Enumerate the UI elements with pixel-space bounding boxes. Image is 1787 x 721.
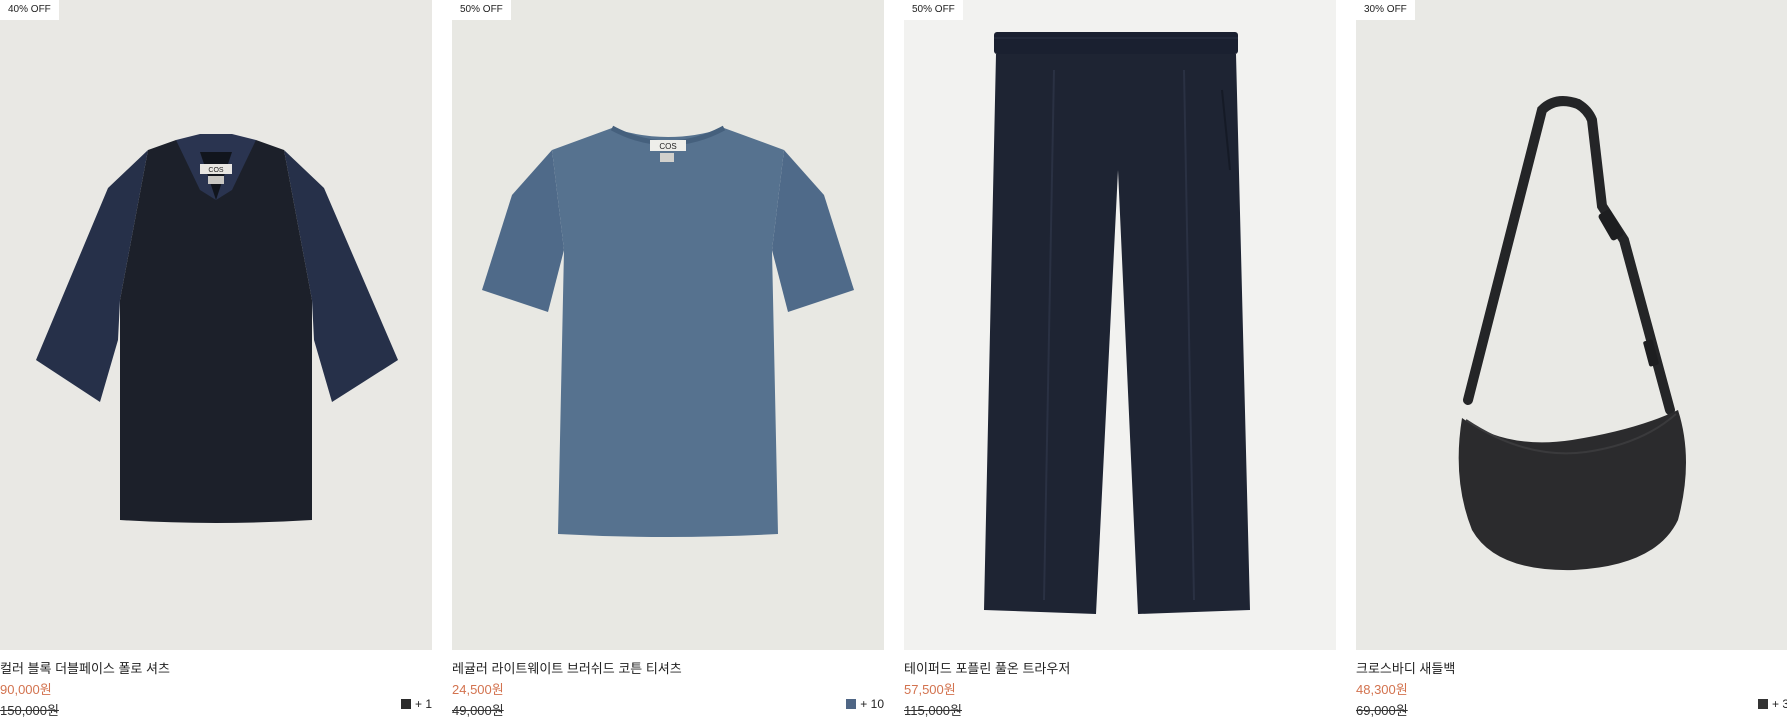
- original-price: 115,000원: [904, 703, 962, 718]
- sale-price: 48,300원: [1356, 682, 1408, 697]
- svg-text:COS: COS: [659, 142, 676, 151]
- more-colors-count: + 3: [1771, 697, 1787, 711]
- crossbody-bag-icon: [1458, 96, 1686, 571]
- more-colors-count: + 10: [860, 697, 884, 711]
- sale-price: 90,000원: [0, 682, 52, 697]
- original-price: 69,000원: [1356, 703, 1408, 718]
- discount-badge: 30% OFF: [1356, 0, 1415, 20]
- product-name[interactable]: 테이퍼드 포플린 풀온 트라우저: [904, 659, 1336, 679]
- original-price: 150,000원: [0, 703, 59, 718]
- polo-shirt-icon: COS: [36, 134, 398, 523]
- discount-badge: 40% OFF: [0, 0, 59, 20]
- product-card-trousers[interactable]: 50% OFF 테이퍼드 포플린 풀온 트라우저 57,500원 115,000…: [904, 0, 1336, 721]
- product-image[interactable]: 30% OFF: [1356, 0, 1787, 650]
- color-swatches[interactable]: + 10: [846, 697, 884, 711]
- discount-badge: 50% OFF: [904, 0, 963, 20]
- color-swatch[interactable]: [846, 699, 857, 709]
- sale-price: 24,500원: [452, 682, 504, 697]
- product-card-polo[interactable]: COS 40% OFF 컬러 블록 더블페이스 폴로 셔츠 90,000원 15…: [0, 0, 432, 721]
- product-info: 크로스바디 새들백 48,300원 69,000원 + 3: [1356, 650, 1787, 721]
- product-card-bag[interactable]: 30% OFF 크로스바디 새들백 48,300원 69,000원 + 3: [1356, 0, 1787, 721]
- color-swatches[interactable]: + 3: [1757, 697, 1787, 711]
- sale-price: 57,500원: [904, 682, 956, 697]
- trousers-icon: [984, 32, 1250, 614]
- product-image[interactable]: COS 40% OFF: [0, 0, 432, 650]
- product-info: 컬러 블록 더블페이스 폴로 셔츠 90,000원 150,000원 + 1: [0, 650, 432, 721]
- color-swatch[interactable]: [400, 699, 411, 709]
- color-swatches[interactable]: + 1: [400, 697, 432, 711]
- product-name[interactable]: 레귤러 라이트웨이트 브러쉬드 코튼 티셔츠: [452, 659, 884, 679]
- more-colors-count: + 1: [414, 697, 432, 711]
- product-image[interactable]: COS 50% OFF: [452, 0, 884, 650]
- original-price: 49,000원: [452, 703, 504, 718]
- tshirt-icon: COS: [482, 125, 854, 537]
- product-card-tshirt[interactable]: COS 50% OFF 레귤러 라이트웨이트 브러쉬드 코튼 티셔츠 24,50…: [452, 0, 884, 721]
- product-image[interactable]: 50% OFF: [904, 0, 1336, 650]
- product-info: 레귤러 라이트웨이트 브러쉬드 코튼 티셔츠 24,500원 49,000원 +…: [452, 650, 884, 721]
- product-name[interactable]: 컬러 블록 더블페이스 폴로 셔츠: [0, 659, 432, 679]
- product-name[interactable]: 크로스바디 새들백: [1356, 659, 1787, 679]
- color-swatch[interactable]: [1757, 699, 1768, 709]
- svg-text:COS: COS: [208, 167, 224, 174]
- product-grid: COS 40% OFF 컬러 블록 더블페이스 폴로 셔츠 90,000원 15…: [0, 0, 1787, 721]
- product-info: 테이퍼드 포플린 풀온 트라우저 57,500원 115,000원: [904, 650, 1336, 721]
- discount-badge: 50% OFF: [452, 0, 511, 20]
